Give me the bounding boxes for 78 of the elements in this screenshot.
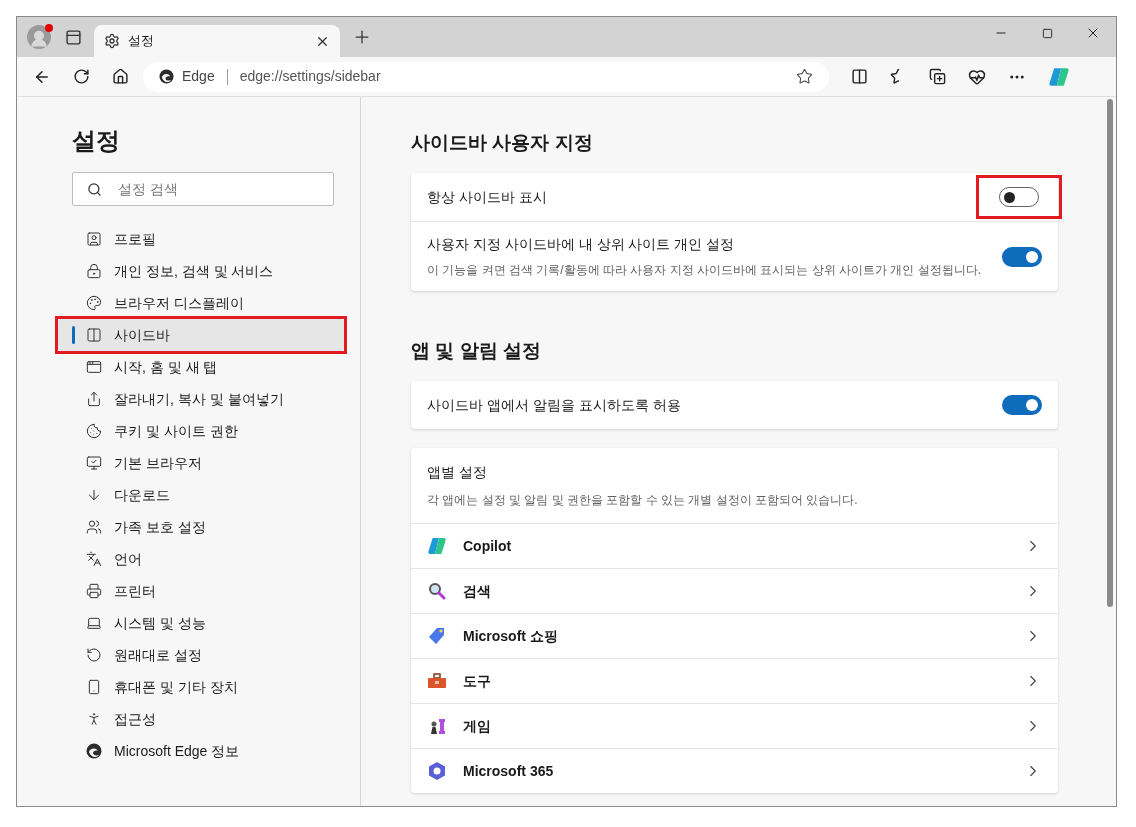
setting-description: 이 기능을 켜면 검색 기록/활동에 따라 사용자 지정 사이드바에 표시되는 상위 사이트가 개인 설정됩니다. <box>427 262 982 279</box>
palette-icon <box>86 295 102 311</box>
download-icon <box>86 487 102 503</box>
section-heading: 앱 및 알림 설정 <box>411 339 542 363</box>
sidebar-item[interactable]: 프린터 <box>58 575 344 607</box>
edge-logo-icon <box>159 69 174 84</box>
sidebar-item[interactable]: 쿠키 및 사이트 권한 <box>58 415 344 447</box>
people-icon <box>86 519 102 535</box>
refresh-icon[interactable] <box>73 68 90 85</box>
url-text: edge://settings/sidebar <box>239 67 382 86</box>
reset-icon <box>86 647 102 663</box>
lock-icon <box>86 263 102 279</box>
sidebar-item[interactable]: 시작, 홈 및 새 탭 <box>58 351 344 383</box>
split-screen-icon[interactable] <box>851 68 868 85</box>
card-title: 앱별 설정 <box>427 463 488 482</box>
sidebar-item[interactable]: 휴대폰 및 기타 장치 <box>58 671 344 703</box>
copilot-button-icon <box>1048 65 1070 88</box>
window-icon <box>86 359 102 375</box>
search-field[interactable]: 설정 검색 <box>72 172 334 206</box>
language-icon <box>86 551 102 567</box>
toolbox-icon <box>427 671 447 691</box>
toggle-switch[interactable] <box>1002 395 1042 415</box>
copilot-logo-icon <box>427 536 447 556</box>
sidebar-item[interactable]: 사이드바 <box>58 319 344 351</box>
app-row[interactable]: 게임 <box>411 703 1058 748</box>
toggle-switch[interactable] <box>999 187 1039 207</box>
hexagon-logo-icon <box>427 761 447 781</box>
price-tag-icon <box>427 626 447 646</box>
toggle-switch[interactable] <box>1002 246 1042 267</box>
person-icon <box>29 29 49 49</box>
cookie-icon <box>86 423 102 439</box>
selection-indicator <box>72 326 75 344</box>
app-row[interactable]: Microsoft 쇼핑 <box>411 613 1058 658</box>
sidebar-item[interactable]: 잘라내기, 복사 및 붙여넣기 <box>58 383 344 415</box>
card-description: 각 앱에는 설정 및 알림 및 권한을 포함할 수 있는 개별 설정이 포함되어 있습니다. <box>427 492 859 509</box>
sidebar-panel-icon <box>86 327 102 343</box>
heart-pulse-icon[interactable] <box>968 67 986 86</box>
sidebar-item[interactable]: 다운로드 <box>58 479 344 511</box>
profile-avatar[interactable] <box>27 25 51 49</box>
share-icon <box>86 391 102 407</box>
sidebar-item[interactable]: Microsoft Edge 정보 <box>58 735 344 767</box>
browser-tab[interactable]: 설정 <box>94 25 340 57</box>
app-row[interactable]: Copilot <box>411 523 1058 568</box>
magnifier-icon <box>427 581 447 601</box>
setting-label: 사이드바 앱에서 알림을 표시하도록 허용 <box>427 395 682 415</box>
sidebar-item[interactable]: 언어 <box>58 543 344 575</box>
tab-actions-icon[interactable] <box>65 28 82 46</box>
settings-title: 설정 <box>72 126 121 156</box>
sidebar-item[interactable]: 시스템 및 성능 <box>58 607 344 639</box>
tab-title: 설정 <box>128 32 155 51</box>
phone-icon <box>86 679 102 695</box>
sidebar-item[interactable]: 브라우저 디스플레이 <box>58 287 344 319</box>
sidebar-item[interactable]: 원래대로 설정 <box>58 639 344 671</box>
section-heading: 사이드바 사용자 지정 <box>411 131 594 155</box>
setting-label: 항상 사이드바 표시 <box>427 187 548 207</box>
monitor-check-icon <box>86 455 102 471</box>
sidebar-item[interactable]: 가족 보호 설정 <box>58 511 344 543</box>
settings-icon <box>104 33 120 49</box>
app-row[interactable]: Microsoft 365 <box>411 748 1058 793</box>
sidebar-item[interactable]: 접근성 <box>58 703 344 735</box>
search-icon <box>87 182 102 197</box>
accessibility-icon <box>86 711 102 727</box>
app-row[interactable]: 검색 <box>411 568 1058 613</box>
edge-logo-icon <box>86 743 102 759</box>
collections-icon[interactable] <box>929 68 946 85</box>
app-row[interactable]: 도구 <box>411 658 1058 703</box>
site-label: Edge <box>182 67 215 86</box>
sidebar-item[interactable]: 프로필 <box>58 223 344 255</box>
maximize-icon[interactable] <box>1041 27 1053 39</box>
home-icon[interactable] <box>112 68 129 85</box>
address-bar[interactable]: Edge edge://settings/sidebar <box>143 61 829 92</box>
sidebar-item[interactable]: 개인 정보, 검색 및 서비스 <box>58 255 344 287</box>
profile-icon <box>86 231 102 247</box>
setting-label: 사용자 지정 사이드바에 내 상위 사이트 개인 설정 <box>427 235 736 254</box>
printer-icon <box>86 583 102 599</box>
laptop-icon <box>86 615 102 631</box>
favorite-star-icon[interactable] <box>796 68 813 85</box>
sidebar-item[interactable]: 기본 브라우저 <box>58 447 344 479</box>
